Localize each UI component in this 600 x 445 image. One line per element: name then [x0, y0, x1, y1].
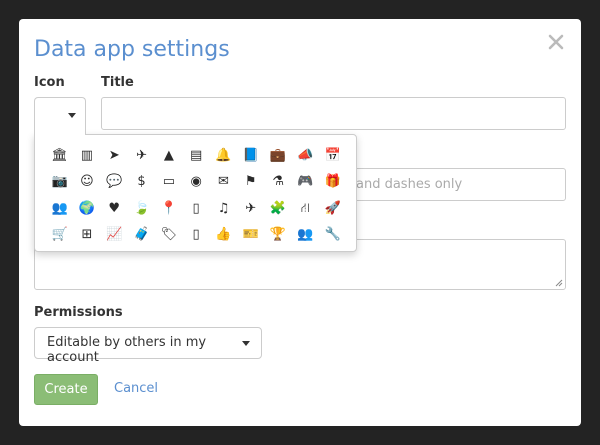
- puzzle-icon[interactable]: 🧩: [264, 195, 291, 222]
- permissions-select[interactable]: Editable by others in my account: [34, 327, 262, 365]
- users-icon[interactable]: 👥: [46, 195, 73, 222]
- flag-icon[interactable]: ⚑: [237, 169, 264, 196]
- globe-icon[interactable]: 🌍: [73, 195, 100, 222]
- close-icon[interactable]: [547, 33, 567, 53]
- trophy-icon[interactable]: 🏆: [264, 222, 291, 249]
- wrench-icon[interactable]: 🔧: [319, 222, 346, 249]
- envelope-icon[interactable]: ✉: [210, 169, 237, 196]
- title-input[interactable]: [101, 97, 566, 130]
- bank-icon[interactable]: 🏛: [46, 142, 73, 169]
- road-icon[interactable]: ⛙: [292, 195, 319, 222]
- modal-title: Data app settings: [34, 37, 230, 62]
- icon-picker-dropdown: 🏛 ▥ ➤ ✈ ▲ ▤ 🔔 📘 💼 📣 📅 📷 ☺ 💬 $ ▭ ◉ ✉ ⚑ ⚗ 🎮 🎁 👥 🌍 ♥ 🍃 📍 ▯ ♫ ✈ 🧩 ⛙ 🚀 🛒 ⊞ 📈 🧳 🏷 ▯ 👍…: [34, 134, 357, 252]
- fighter-jet-icon[interactable]: ✈: [128, 142, 155, 169]
- icon-label: Icon: [34, 75, 65, 90]
- permissions-selected-value: Editable by others in my account: [47, 335, 207, 365]
- bullhorn-icon[interactable]: 📣: [292, 142, 319, 169]
- paper-plane-icon[interactable]: ➤: [101, 142, 128, 169]
- suitcase-icon[interactable]: 🧳: [128, 222, 155, 249]
- child-icon[interactable]: ☺: [73, 169, 100, 196]
- thumbs-up-icon[interactable]: 👍: [210, 222, 237, 249]
- mobile-icon[interactable]: ▯: [182, 195, 209, 222]
- comments-icon[interactable]: 💬: [101, 169, 128, 196]
- flask-icon[interactable]: ⚗: [264, 169, 291, 196]
- dollar-icon[interactable]: $: [128, 169, 155, 196]
- title-label: Title: [101, 75, 134, 90]
- gamepad-icon[interactable]: 🎮: [292, 169, 319, 196]
- credit-card-icon[interactable]: ▭: [155, 169, 182, 196]
- permissions-label: Permissions: [34, 305, 123, 320]
- calendar-icon[interactable]: 📅: [319, 142, 346, 169]
- heart-icon[interactable]: ♥: [101, 195, 128, 222]
- tablet-icon[interactable]: ▯: [182, 222, 209, 249]
- ticket-icon[interactable]: 🎫: [237, 222, 264, 249]
- sitemap-icon[interactable]: ⊞: [73, 222, 100, 249]
- settings-modal: Data app settings Icon Title and dashes …: [19, 19, 581, 426]
- compass-icon[interactable]: ◉: [182, 169, 209, 196]
- caret-down-icon: [68, 113, 76, 118]
- building-icon[interactable]: ▥: [73, 142, 100, 169]
- bell-icon[interactable]: 🔔: [210, 142, 237, 169]
- archive-icon[interactable]: ▤: [182, 142, 209, 169]
- briefcase-icon[interactable]: 💼: [264, 142, 291, 169]
- slug-placeholder: and dashes only: [356, 177, 463, 192]
- book-icon[interactable]: 📘: [237, 142, 264, 169]
- plane-icon[interactable]: ✈: [237, 195, 264, 222]
- tags-icon[interactable]: 🏷: [155, 222, 182, 249]
- tree-icon[interactable]: ▲: [155, 142, 182, 169]
- cancel-link[interactable]: Cancel: [114, 381, 158, 396]
- resize-grip-icon[interactable]: [555, 279, 563, 287]
- caret-down-icon: [242, 341, 250, 346]
- rocket-icon[interactable]: 🚀: [319, 195, 346, 222]
- gift-icon[interactable]: 🎁: [319, 169, 346, 196]
- create-button[interactable]: Create: [34, 374, 98, 405]
- shopping-cart-icon[interactable]: 🛒: [46, 222, 73, 249]
- icon-dropdown-toggle[interactable]: [34, 97, 86, 135]
- map-marker-icon[interactable]: 📍: [155, 195, 182, 222]
- leaf-icon[interactable]: 🍃: [128, 195, 155, 222]
- music-icon[interactable]: ♫: [210, 195, 237, 222]
- icon-picker-grid: 🏛 ▥ ➤ ✈ ▲ ▤ 🔔 📘 💼 📣 📅 📷 ☺ 💬 $ ▭ ◉ ✉ ⚑ ⚗ 🎮 🎁 👥 🌍 ♥ 🍃 📍 ▯ ♫ ✈ 🧩 ⛙ 🚀 🛒 ⊞ 📈 🧳 🏷 ▯ 👍…: [46, 142, 346, 248]
- group-icon[interactable]: 👥: [292, 222, 319, 249]
- line-chart-icon[interactable]: 📈: [101, 222, 128, 249]
- camera-icon[interactable]: 📷: [46, 169, 73, 196]
